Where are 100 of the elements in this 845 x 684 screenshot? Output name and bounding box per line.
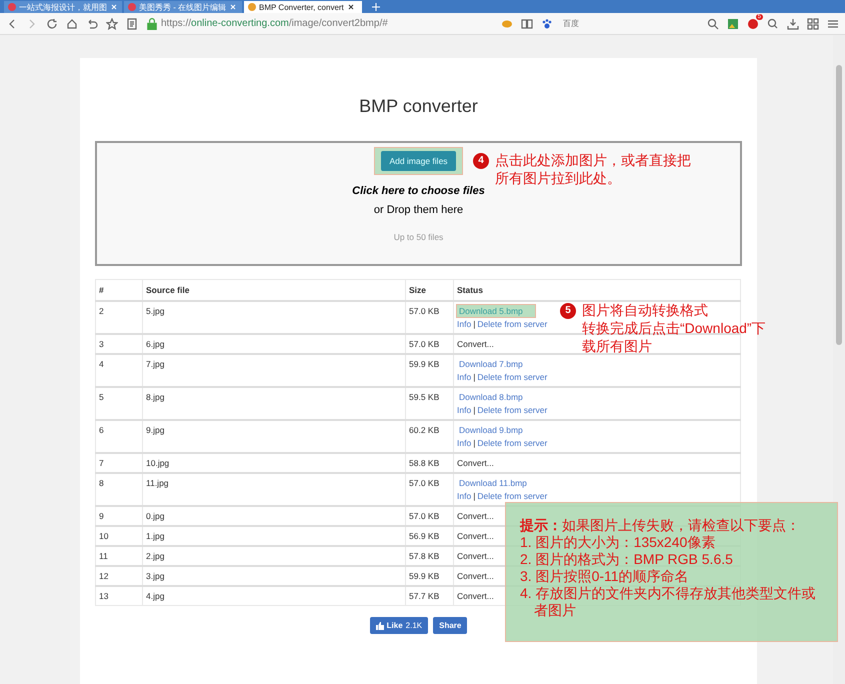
delete-link[interactable]: Delete from server [477, 438, 548, 448]
download-icon[interactable] [787, 18, 799, 30]
paw-icon[interactable] [541, 18, 554, 30]
table-cell: 57.0 KB [406, 334, 454, 354]
table-cell: 10 [96, 526, 142, 546]
table-cell: 1.jpg [142, 526, 406, 546]
site-icon [8, 3, 16, 11]
reader-icon[interactable] [126, 18, 138, 30]
column-header: Source file [142, 280, 406, 301]
apps-icon[interactable] [807, 18, 819, 30]
download-link[interactable]: Download 7.bmp [457, 358, 525, 370]
info-link[interactable]: Info [457, 491, 472, 501]
table-cell: 11.jpg [142, 473, 406, 506]
table-cell: 2 [96, 301, 142, 334]
annotation-text: 转换完成后点击“Download”下 [582, 319, 766, 337]
like-button[interactable]: Like 2.1K [370, 617, 428, 634]
table-cell: 4 [96, 354, 142, 387]
info-link[interactable]: Info [457, 319, 472, 329]
table-cell: 12 [96, 566, 142, 586]
table-cell: 3.jpg [142, 566, 406, 586]
thumbs-up-icon [376, 622, 384, 630]
file-limit-text: Up to 50 files [394, 232, 444, 242]
url-text: https://online-converting.com/image/convert2bmp/# [161, 18, 388, 29]
new-tab-icon[interactable] [372, 3, 380, 11]
tab-title: 美图秀秀 - 在线图片编辑 [139, 2, 226, 12]
lock-icon [146, 18, 158, 30]
annotation-text: 载所有图片 [582, 337, 653, 355]
table-cell: 58.8 KB [406, 453, 454, 473]
table-cell: 57.0 KB [406, 473, 454, 506]
picture-icon[interactable] [727, 18, 739, 30]
site-icon [248, 3, 256, 11]
table-cell: 6.jpg [142, 334, 406, 354]
search-icon[interactable] [707, 18, 719, 30]
address-bar[interactable]: https://online-converting.com/image/convert2bmp/# [146, 18, 486, 30]
table-cell: 59.5 KB [406, 387, 454, 420]
info-link[interactable]: Info [457, 405, 472, 415]
annotation-text: 所有图片拉到此处。 [495, 169, 622, 187]
browser-tab[interactable]: BMP Converter, convert [244, 1, 362, 13]
tip-item: 2. 图片的格式为：BMP RGB 5.6.5 [520, 551, 734, 568]
table-cell: 10.jpg [142, 453, 406, 473]
table-cell: 8.jpg [142, 387, 406, 420]
table-cell: 9.jpg [142, 420, 406, 453]
table-cell: 2.jpg [142, 546, 406, 566]
download-link[interactable]: Download 8.bmp [457, 391, 525, 403]
share-button[interactable]: Share [433, 617, 468, 634]
table-cell: 56.9 KB [406, 526, 454, 546]
page-title: BMP converter [358, 96, 479, 117]
table-cell: 60.2 KB [406, 420, 454, 453]
download-link[interactable]: Download 11.bmp [457, 477, 529, 489]
drop-text: or Drop them here [374, 204, 464, 216]
annotation-text: 点击此处添加图片，或者直接把 [495, 151, 691, 169]
table-cell: 13 [96, 586, 142, 606]
column-header: # [96, 280, 142, 301]
browser-tab[interactable]: 美图秀秀 - 在线图片编辑 [124, 1, 242, 13]
table-cell: 57.0 KB [406, 506, 454, 526]
separator: | [473, 372, 476, 382]
table-cell: 7 [96, 453, 142, 473]
zoom-icon[interactable] [767, 18, 779, 30]
close-icon[interactable] [346, 3, 355, 11]
separator: | [473, 405, 476, 415]
menu-icon[interactable] [827, 18, 839, 30]
info-link[interactable]: Info [457, 438, 472, 448]
table-cell: 6 [96, 420, 142, 453]
site-icon [128, 3, 136, 11]
undo-icon[interactable] [86, 18, 98, 30]
table-cell: 8 [96, 473, 142, 506]
info-link[interactable]: Info [457, 372, 472, 382]
choose-files-text: Click here to choose files [352, 185, 485, 197]
delete-link[interactable]: Delete from server [477, 372, 548, 382]
add-files-button[interactable]: Add image files [381, 151, 456, 171]
table-cell: 59.9 KB [406, 354, 454, 387]
browser-tab[interactable]: 一站式海报设计，就用图 [4, 1, 122, 13]
table-cell: 57.8 KB [406, 546, 454, 566]
column-header: Size [406, 280, 454, 301]
table-cell: 11 [96, 546, 142, 566]
table-cell: 4.jpg [142, 586, 406, 606]
home-icon[interactable] [66, 18, 78, 30]
annotation-text: 图片将自动转换格式 [582, 301, 709, 319]
table-cell: 0.jpg [142, 506, 406, 526]
download-link[interactable]: Download 9.bmp [457, 424, 525, 436]
table-cell: 9 [96, 506, 142, 526]
tip-item: 3. 图片按照0-11的顺序命名 [520, 568, 690, 585]
separator: | [473, 319, 476, 329]
star-icon[interactable] [106, 18, 118, 30]
delete-link[interactable]: Delete from server [477, 491, 548, 501]
table-cell: Convert... [454, 453, 740, 473]
table-cell: 57.7 KB [406, 586, 454, 606]
table-cell: 5 [96, 387, 142, 420]
delete-link[interactable]: Delete from server [477, 319, 548, 329]
delete-link[interactable]: Delete from server [477, 405, 548, 415]
reload-icon[interactable] [46, 18, 58, 30]
table-cell: 7.jpg [142, 354, 406, 387]
separator: | [473, 438, 476, 448]
tab-title: BMP Converter, convert [259, 2, 344, 12]
tab-title: 一站式海报设计，就用图 [19, 2, 107, 12]
table-cell: 59.9 KB [406, 566, 454, 586]
extension-icon[interactable] [747, 18, 759, 30]
separator: | [473, 491, 476, 501]
search-field[interactable]: 百度 [561, 18, 699, 29]
book-icon[interactable] [521, 18, 534, 30]
